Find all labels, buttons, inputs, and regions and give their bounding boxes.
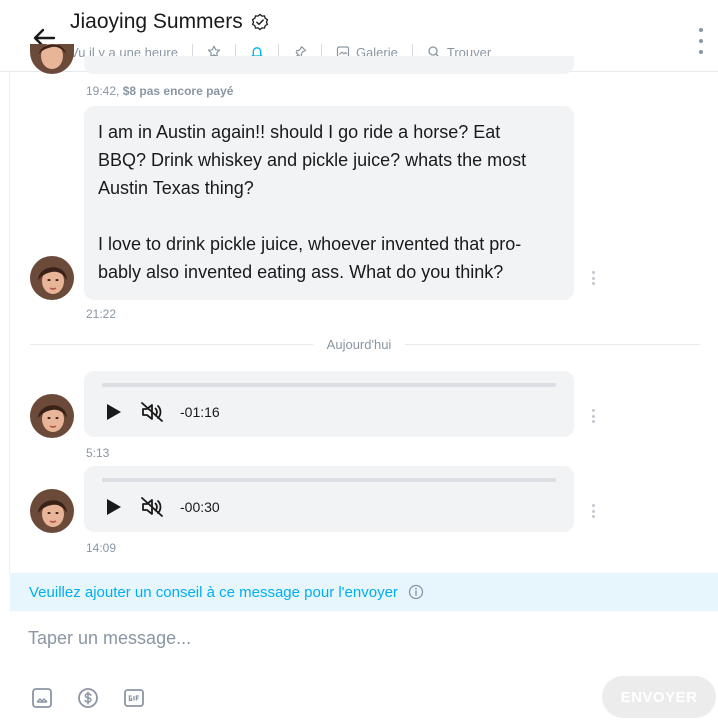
message-line: I am in Austin again!! should I go ride … [98, 122, 501, 142]
composer-tools [30, 686, 146, 710]
mute-icon[interactable] [140, 496, 164, 518]
tip-banner-text: Veuillez ajouter un conseil à ce message… [29, 583, 398, 601]
audio-progress-track[interactable] [102, 478, 556, 482]
audio-message: -00:30 [84, 466, 574, 532]
message-bubble[interactable]: I am in Austin again!! should I go ride … [84, 106, 574, 300]
tip-required-banner: Veuillez ajouter un conseil à ce message… [10, 573, 718, 611]
image-icon[interactable] [30, 686, 54, 710]
send-button[interactable]: ENVOYER [602, 676, 716, 718]
message-meta: 19:42, $8 pas encore payé [86, 84, 233, 98]
message-line: Austin Texas thing? [98, 178, 254, 198]
message-more-icon[interactable] [592, 409, 596, 423]
message-more-icon[interactable] [592, 271, 596, 285]
avatar[interactable] [30, 394, 74, 438]
date-divider: Aujourd'hui [0, 337, 718, 352]
message-line: I love to drink pickle juice, whoever in… [98, 234, 522, 254]
message-time: 5:13 [86, 446, 110, 460]
message-line: bably also invented eating ass. What do … [98, 262, 504, 282]
mute-icon[interactable] [140, 401, 164, 423]
message-more-icon[interactable] [592, 504, 596, 518]
title-row: Jiaoying Summers [70, 10, 269, 34]
chat-title[interactable]: Jiaoying Summers [70, 10, 243, 34]
info-icon[interactable] [408, 584, 424, 600]
message-time: 14:09 [86, 541, 117, 555]
play-icon[interactable] [106, 403, 122, 421]
payment-status: $8 pas encore payé [122, 84, 234, 98]
audio-message: -01:16 [84, 371, 574, 437]
message-time: 19:42, [86, 84, 120, 98]
audio-progress-track[interactable] [102, 383, 556, 387]
date-divider-label: Aujourd'hui [312, 337, 406, 352]
message-line: BBQ? Drink whiskey and pickle juice? wha… [98, 150, 527, 170]
gif-icon[interactable] [122, 686, 146, 710]
avatar[interactable] [30, 489, 74, 533]
message-time: 21:22 [86, 307, 117, 321]
audio-duration: -00:30 [180, 499, 220, 515]
play-icon[interactable] [106, 498, 122, 516]
panel-edge [9, 72, 10, 573]
avatar[interactable] [30, 256, 74, 300]
verified-icon [251, 13, 269, 31]
audio-duration: -01:16 [180, 404, 220, 420]
message-input[interactable] [28, 623, 688, 653]
dollar-icon[interactable] [76, 686, 100, 710]
message-bubble-partial [84, 56, 574, 74]
more-icon[interactable] [692, 28, 710, 54]
